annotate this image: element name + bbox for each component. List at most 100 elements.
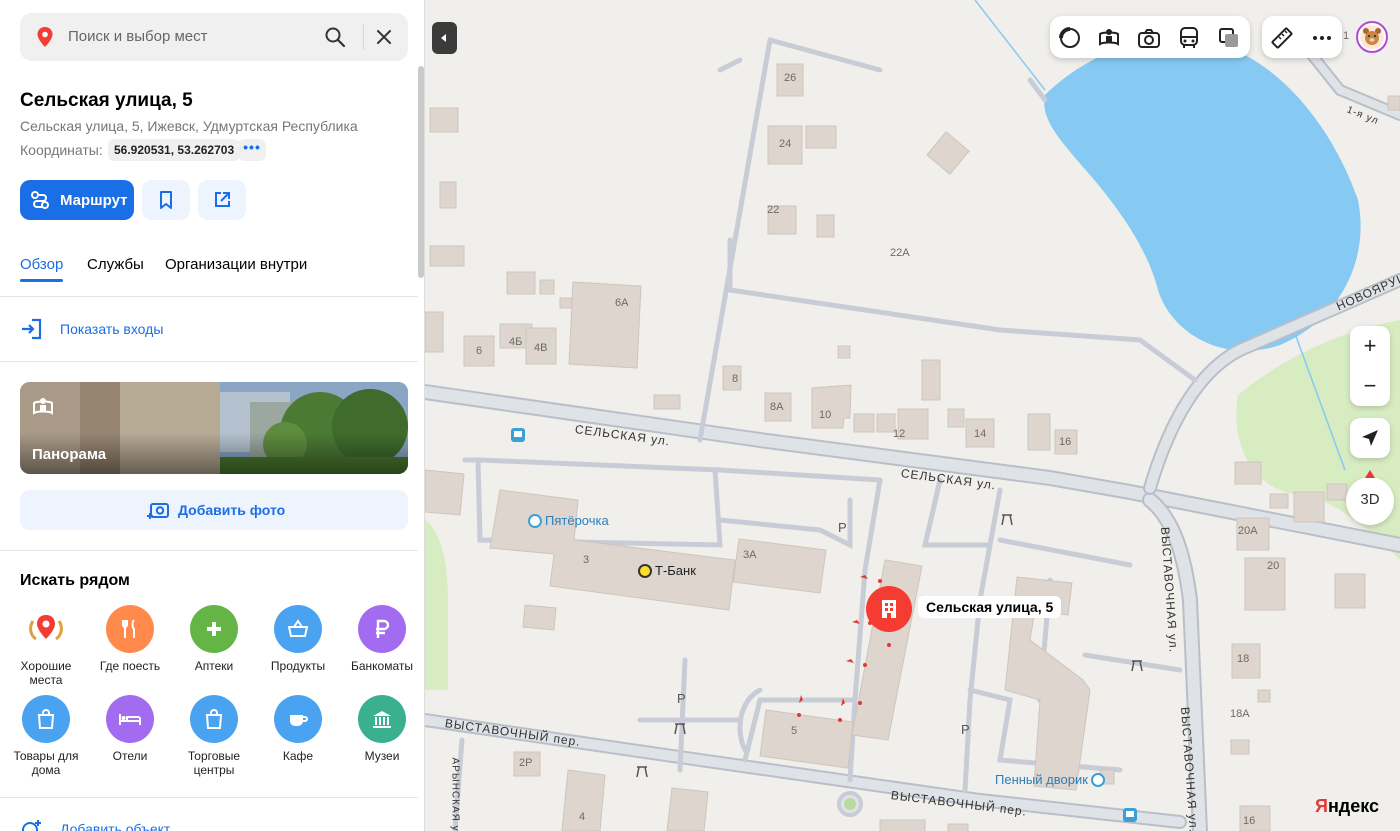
logo-letter: Я (1315, 796, 1328, 816)
category-label: Хорошие места (20, 659, 72, 687)
category-groceries[interactable]: Продукты (256, 605, 340, 673)
panorama-card[interactable]: Панорама (20, 382, 408, 474)
category-label: Продукты (270, 659, 326, 673)
cup-icon (290, 715, 308, 726)
poi-tbank[interactable]: Т-Банк (638, 563, 696, 578)
bookmark-button[interactable] (142, 180, 190, 220)
route-button-label: Маршрут (60, 192, 128, 209)
collapse-panel-button[interactable] (432, 22, 457, 54)
map-pin-icon (37, 27, 53, 47)
category-label: Музеи (364, 749, 400, 763)
divider (0, 361, 418, 362)
house-number: 12 (893, 428, 906, 440)
logo-text: ндекс (1327, 796, 1380, 816)
panel-scrollbar[interactable] (418, 66, 424, 278)
cup-icon (1090, 773, 1105, 787)
place-title: Сельская улица, 5 (20, 90, 193, 111)
3d-toggle-button[interactable]: 3D (1346, 477, 1394, 525)
location-arrow-icon (1362, 430, 1378, 446)
compass-north-indicator (1365, 470, 1375, 478)
place-address: Сельская улица, 5, Ижевск, Удмуртская Ре… (20, 118, 358, 134)
panorama-layer-icon[interactable] (1097, 26, 1121, 50)
bus-stop-icon[interactable] (1123, 808, 1137, 822)
route-button[interactable]: Маршрут (20, 180, 134, 220)
add-object-icon (22, 820, 41, 831)
traffic-layer-icon[interactable] (1058, 26, 1082, 50)
category-home-goods[interactable]: Товары для дома (4, 695, 88, 777)
search-input[interactable]: Поиск и выбор мест (68, 28, 208, 45)
poi-pyaterochka[interactable]: Пятёрочка (528, 513, 609, 528)
building-icon (882, 600, 896, 618)
house-number: 3А (743, 549, 757, 561)
tab-overview[interactable]: Обзор (20, 256, 63, 273)
shopping-bag-icon (37, 709, 55, 729)
house-number: 4В (534, 342, 548, 354)
parking-label: P (838, 520, 847, 535)
fork-knife-icon (122, 619, 135, 638)
poi-penny-dvorik[interactable]: Пенный дворик (995, 772, 1108, 787)
house-number: 4 (579, 811, 586, 823)
coords-more-button[interactable]: ••• (238, 139, 266, 161)
category-atm[interactable]: Банкоматы (340, 605, 424, 673)
house-number: 3 (583, 554, 590, 566)
share-icon (215, 192, 230, 207)
house-number: 24 (779, 138, 792, 150)
chevron-left-icon (441, 34, 446, 42)
ruler-icon[interactable] (1270, 26, 1294, 50)
map-canvas[interactable]: 26 24 22 22А 6А 4Б 4В 6 8 8А 10 12 14 16… (425, 0, 1400, 831)
transport-layer-icon[interactable] (1177, 26, 1201, 50)
add-photo-label: Добавить фото (178, 502, 286, 518)
search-box[interactable]: Поиск и выбор мест (20, 13, 408, 61)
coords-label: Координаты: (20, 142, 103, 158)
house-number: 8А (770, 401, 784, 413)
bookmark-icon (160, 191, 172, 209)
entrance-icon (22, 318, 42, 340)
crosswalk-icon (636, 766, 648, 778)
pharmacy-cross-icon (207, 622, 221, 636)
house-number: 2Р (519, 757, 533, 769)
side-panel: Поиск и выбор мест Сельская улица, 5 Сел… (0, 0, 425, 831)
search-icon[interactable] (324, 26, 346, 48)
yandex-logo[interactable]: Яндекс (1315, 796, 1379, 817)
bed-icon (119, 714, 141, 725)
tab-organizations[interactable]: Организации внутри (165, 256, 307, 273)
good-places-icon (29, 615, 63, 641)
zoom-in-button[interactable]: + (1350, 326, 1390, 366)
tools-toolbar (1262, 16, 1342, 58)
category-cafe[interactable]: Кафе (256, 695, 340, 763)
category-food[interactable]: Где поесть (88, 605, 172, 673)
more-icon[interactable] (1310, 26, 1334, 50)
category-museums[interactable]: Музеи (340, 695, 424, 763)
coords-value[interactable]: 56.920531, 53.262703 (108, 139, 241, 161)
locate-me-button[interactable] (1350, 418, 1390, 458)
bus-stop-icon[interactable] (511, 428, 525, 442)
house-number: 18А (1230, 708, 1250, 720)
category-icon-circle (106, 695, 154, 743)
layers-toolbar (1050, 16, 1250, 58)
parking-label: P (961, 722, 970, 737)
share-button[interactable] (198, 180, 246, 220)
category-hotels[interactable]: Отели (88, 695, 172, 763)
house-number: 22 (767, 204, 780, 216)
close-icon[interactable] (374, 27, 394, 47)
crosswalk-icon (674, 723, 686, 735)
house-number: 18 (1237, 653, 1250, 665)
category-icon-circle (190, 605, 238, 653)
zoom-out-button[interactable]: − (1350, 366, 1390, 406)
shopping-bag-icon (205, 709, 223, 729)
category-malls[interactable]: Торговые центры (172, 695, 256, 777)
panorama-icon (33, 398, 53, 415)
category-pharmacy[interactable]: Аптеки (172, 605, 256, 673)
poi-label: Т-Банк (655, 563, 696, 578)
3d-label: 3D (1360, 491, 1380, 508)
category-good-places[interactable]: Хорошие места (4, 605, 88, 687)
search-divider (363, 24, 364, 50)
house-number: 16 (1059, 436, 1072, 448)
photo-layer-icon[interactable] (1137, 26, 1161, 50)
map-layers-icon[interactable] (1217, 26, 1241, 50)
selected-place-label: Сельская улица, 5 (918, 596, 1062, 618)
tab-services[interactable]: Службы (87, 256, 144, 273)
add-photo-button[interactable]: Добавить фото (20, 490, 408, 530)
category-label: Торговые центры (187, 749, 241, 777)
user-avatar[interactable] (1356, 21, 1388, 53)
